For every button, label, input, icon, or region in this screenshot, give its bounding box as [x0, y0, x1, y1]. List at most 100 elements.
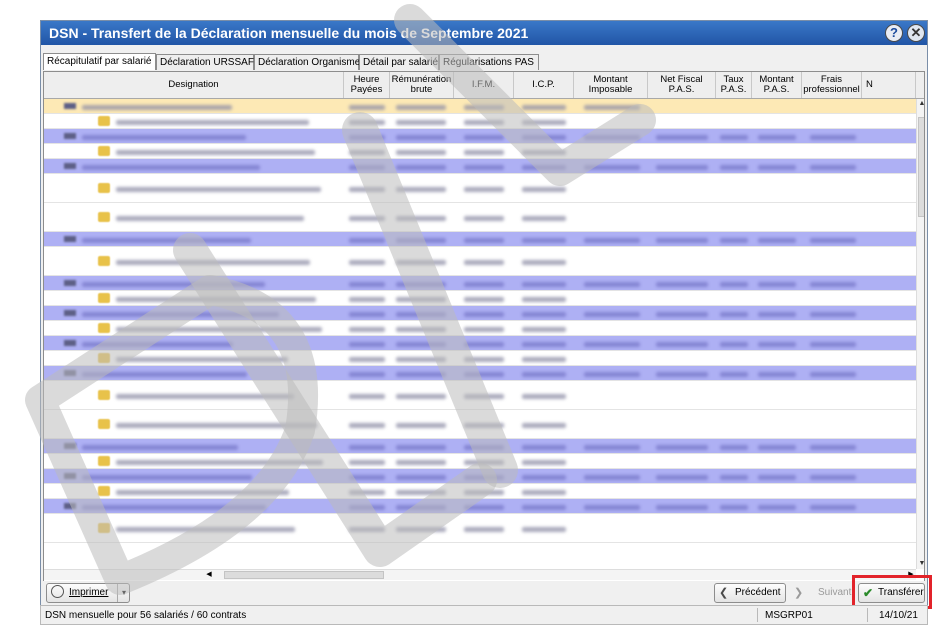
employee-icon [64, 163, 76, 169]
col-n[interactable]: N [862, 72, 916, 98]
contract-row[interactable] [44, 514, 916, 543]
tab-declaration-urssaf[interactable]: Déclaration URSSAF [156, 54, 254, 70]
col-montant-pas[interactable]: Montant P.A.S. [752, 72, 802, 98]
redacted-value [396, 526, 446, 532]
scroll-down-icon[interactable]: ▼ [917, 559, 924, 569]
col-ifm[interactable]: I.F.M. [454, 72, 514, 98]
scroll-left-icon[interactable]: ◀ [204, 570, 214, 580]
redacted-value [810, 134, 856, 140]
redacted-value [396, 311, 446, 317]
tab-detail-par-salarie[interactable]: Détail par salarié [359, 54, 439, 70]
employee-icon [64, 133, 76, 139]
horizontal-scrollbar[interactable]: ◀ ▶ [44, 569, 916, 580]
vertical-scrollbar[interactable]: ▲ ▼ [916, 99, 924, 569]
contract-row[interactable] [44, 203, 916, 232]
previous-button[interactable]: ❮ Précédent [714, 583, 786, 603]
contract-row[interactable] [44, 114, 916, 129]
contract-icon [98, 390, 110, 400]
contract-row[interactable] [44, 484, 916, 499]
employee-row[interactable] [44, 336, 916, 351]
employee-icon [64, 370, 76, 376]
horizontal-scroll-thumb[interactable] [224, 571, 384, 579]
contract-row[interactable] [44, 321, 916, 336]
redacted-value [464, 459, 504, 465]
redacted-value [656, 444, 708, 450]
col-net-fiscal-pas[interactable]: Net Fiscal P.A.S. [648, 72, 716, 98]
redacted-value [349, 259, 385, 265]
employee-row[interactable] [44, 469, 916, 484]
vertical-scroll-thumb[interactable] [918, 117, 924, 217]
col-taux-pas[interactable]: Taux P.A.S. [716, 72, 752, 98]
redacted-value [349, 341, 385, 347]
employee-row[interactable] [44, 99, 916, 114]
redacted-text [82, 237, 251, 243]
table-header: Designation Heure Payées Rémunération br… [44, 72, 924, 99]
redacted-text [82, 164, 260, 170]
employee-row[interactable] [44, 159, 916, 174]
col-icp[interactable]: I.C.P. [514, 72, 574, 98]
redacted-value [720, 341, 748, 347]
redacted-value [720, 164, 748, 170]
contract-row[interactable] [44, 247, 916, 276]
redacted-value [396, 134, 446, 140]
redacted-value [584, 341, 640, 347]
contract-row[interactable] [44, 144, 916, 159]
tab-declaration-organismes[interactable]: Déclaration Organismes [254, 54, 365, 70]
contract-row[interactable] [44, 410, 916, 439]
redacted-value [396, 422, 446, 428]
employee-row[interactable] [44, 499, 916, 514]
redacted-text [116, 526, 295, 532]
employee-row[interactable] [44, 366, 916, 381]
redacted-value [584, 281, 640, 287]
redacted-value [349, 164, 385, 170]
contract-row[interactable] [44, 291, 916, 306]
col-heures-payees[interactable]: Heure Payées [344, 72, 390, 98]
scroll-up-icon[interactable]: ▲ [917, 99, 924, 109]
redacted-value [349, 504, 385, 510]
employee-row[interactable] [44, 306, 916, 321]
redacted-value [720, 281, 748, 287]
redacted-value [349, 281, 385, 287]
redacted-value [396, 186, 446, 192]
redacted-value [464, 164, 504, 170]
employee-icon [64, 340, 76, 346]
redacted-value [522, 119, 566, 125]
redacted-value [522, 474, 566, 480]
redacted-value [584, 237, 640, 243]
help-icon[interactable]: ? [885, 24, 903, 42]
redacted-value [584, 474, 640, 480]
redacted-value [396, 356, 446, 362]
contract-icon [98, 183, 110, 193]
redacted-value [396, 489, 446, 495]
employee-row[interactable] [44, 276, 916, 291]
redacted-value [396, 341, 446, 347]
redacted-value [396, 296, 446, 302]
redacted-value [720, 371, 748, 377]
contract-row[interactable] [44, 174, 916, 203]
employee-row[interactable] [44, 439, 916, 454]
redacted-value [349, 422, 385, 428]
close-icon[interactable]: ✕ [907, 24, 925, 42]
redacted-text [116, 259, 310, 265]
title-bar: DSN - Transfert de la Déclaration mensue… [41, 21, 927, 45]
redacted-value [349, 371, 385, 377]
redacted-value [464, 371, 504, 377]
contract-row[interactable] [44, 381, 916, 410]
contract-row[interactable] [44, 454, 916, 469]
contract-row[interactable] [44, 351, 916, 366]
col-designation[interactable]: Designation [44, 72, 344, 98]
employee-row[interactable] [44, 129, 916, 144]
dropdown-arrow-icon[interactable]: ▾ [117, 584, 130, 602]
next-button[interactable]: ❯ Suivant [789, 583, 851, 603]
col-frais-professionnel[interactable]: Frais professionnel [802, 72, 862, 98]
tab-recapitulatif[interactable]: Récapitulatif par salarié [43, 53, 156, 70]
col-montant-imposable[interactable]: Montant Imposable [574, 72, 648, 98]
print-button[interactable]: Imprimer ▾ [46, 583, 130, 603]
employee-row[interactable] [44, 232, 916, 247]
redacted-text [116, 326, 322, 332]
tab-regularisations-pas[interactable]: Régularisations PAS [439, 54, 539, 70]
col-remuneration-brute[interactable]: Rémunération brute [390, 72, 454, 98]
redacted-value [810, 281, 856, 287]
redacted-text [82, 371, 247, 377]
redacted-value [349, 186, 385, 192]
